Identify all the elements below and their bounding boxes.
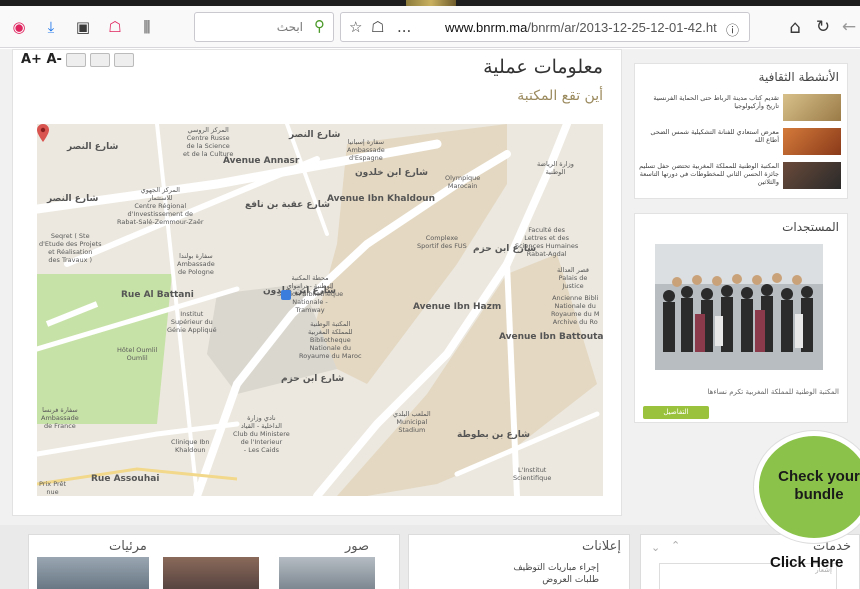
- news-thumbnail[interactable]: [783, 94, 841, 121]
- library-icon[interactable]: ⫼: [136, 16, 158, 38]
- news-text[interactable]: تقديم كتاب مدينة الرباط حتى الحماية الفر…: [639, 94, 779, 110]
- pocket-save-icon[interactable]: ☖: [104, 16, 126, 38]
- news-text[interactable]: معرض استعادي للفنانة التشكيلية شمس الضحى…: [639, 128, 779, 144]
- url-path: /bnrm/ar/2013-12-25-12-01-42.ht: [527, 20, 717, 35]
- cultural-activities-title: الأنشطة الثقافية: [758, 70, 839, 84]
- news-text[interactable]: المكتبة الوطنية للمملكة المغربية تحتضن ح…: [639, 162, 779, 186]
- click-here-link[interactable]: Click Here: [770, 554, 843, 571]
- map-road-label-5: شارع ابن خلدون: [355, 168, 429, 178]
- map-road-label-14: شارع ابن حزم: [281, 374, 345, 384]
- video-thumbnail[interactable]: [37, 557, 149, 589]
- group-photo-graphic: [655, 244, 823, 370]
- cultural-activities-box: الأنشطة الثقافية تقديم كتاب مدينة الرباط…: [634, 63, 848, 199]
- email-icon[interactable]: [113, 52, 134, 67]
- page-subtitle: أين تقع المكتبة: [517, 88, 603, 104]
- pocket-logo-icon[interactable]: ◉: [8, 16, 30, 38]
- details-button[interactable]: التفاصيل: [643, 406, 709, 419]
- photos-title: صور: [344, 539, 369, 554]
- news-thumbnail[interactable]: [783, 162, 841, 189]
- url-domain: www.bnrm.ma: [445, 20, 528, 35]
- map-label-stade: الملعب البلدي Municipal Stadium: [393, 410, 431, 434]
- map-road-label-3: شارع النصر: [289, 130, 341, 140]
- map-label-palais: قصر العدالة Palais de Justice: [557, 266, 590, 290]
- map-road-label-6: شارع عقبة بن نافع: [245, 200, 330, 210]
- map-label-institut-sci: L'Institut Scientifique: [513, 466, 552, 482]
- address-bar[interactable]: ☆ ☖ ... www.bnrm.ma/bnrm/ar/2013-12-25-1…: [340, 12, 750, 42]
- browser-toolbar: ◉ ⤓ ▣ ☖ ⫼ ابحث ⚲ ☆ ☖ ... www.bnrm.ma/bnr…: [0, 6, 860, 48]
- font-size-toggle[interactable]: A+ A-: [21, 52, 62, 67]
- map-road-label-12: Rue Assouhai: [91, 474, 160, 484]
- chevron-up-icon[interactable]: ⌃: [671, 539, 680, 552]
- videos-title: مرئيات: [109, 539, 147, 554]
- chevron-down-icon[interactable]: ⌄: [651, 541, 660, 554]
- news-item[interactable]: المكتبة الوطنية للمملكة المغربية تحتضن ح…: [639, 162, 841, 190]
- back-icon[interactable]: ←: [838, 16, 860, 38]
- map-road-label-11: Rue Al Battani: [121, 290, 194, 300]
- map-label-ancienne: Ancienne Bibli Nationale du Royaume du M Ar…: [551, 294, 600, 326]
- url-text[interactable]: www.bnrm.ma/bnrm/ar/2013-12-25-12-01-42.…: [445, 20, 717, 35]
- search-box[interactable]: ابحث ⚲: [194, 12, 334, 42]
- news-item[interactable]: معرض استعادي للفنانة التشكيلية شمس الضحى…: [641, 128, 841, 156]
- map-label-centre-regional: المركز الجهوي للاستثمار Centre Régional d'I…: [117, 186, 204, 226]
- pocket-icon[interactable]: ☖: [371, 18, 384, 36]
- map-label-centre-russe: المركز الروسي Centre Russe de la Science et…: [183, 126, 234, 158]
- map-road-label-1: شارع النصر: [67, 142, 119, 152]
- map-road-label-7: Avenue Ibn Khaldoun: [327, 194, 435, 204]
- main-panel: A+ A- معلومات عملية أين تقع المكتبة شارع…: [12, 49, 622, 516]
- map-label-seqret: Seqret ( Ste d'Etude des Projets et Réalis…: [39, 232, 102, 264]
- font-tools: A+ A-: [21, 52, 134, 67]
- map-label-prix: Prix Prêt nue: [39, 480, 67, 496]
- info-icon[interactable]: ⓘ: [726, 20, 739, 39]
- map-label-complexe: Complexe Sportif des FUS: [417, 234, 467, 250]
- tram-station-icon: [281, 290, 291, 300]
- latest-news-box: المستجدات المكتبة الوطنية للمملكة المغرب…: [634, 213, 848, 423]
- star-icon[interactable]: ☆: [349, 18, 362, 36]
- news-thumbnail[interactable]: [783, 128, 841, 155]
- road-short: [285, 124, 329, 236]
- map-label-olympique: Olympique Marocain: [445, 174, 481, 190]
- map-road-label-4: شارع النصر: [47, 194, 99, 204]
- map-label-bibliotheque: المكتبة الوطنية للمملكة المغربية Bibliothe…: [299, 320, 362, 360]
- map-pin-icon[interactable]: [37, 124, 49, 142]
- more-icon[interactable]: ...: [397, 18, 411, 36]
- news-photo[interactable]: [655, 244, 823, 370]
- bundle-label: Check your bundle: [778, 468, 860, 503]
- page-title: معلومات عملية: [483, 56, 603, 78]
- home-icon[interactable]: ⌂: [784, 16, 806, 38]
- map-road-label-13: شارع بن بطوطة: [457, 430, 531, 440]
- announcements-title: إعلانات: [582, 539, 621, 554]
- media-box: صور مرئيات: [28, 534, 400, 589]
- map-label-ambassade-pologne: سفارة بولندا Ambassade de Pologne: [177, 252, 215, 276]
- search-placeholder: ابحث: [276, 20, 303, 34]
- photo-thumbnail[interactable]: [279, 557, 375, 589]
- photo-thumbnail[interactable]: [163, 557, 259, 589]
- search-icon[interactable]: ⚲: [314, 17, 325, 35]
- map-label-ambassade-espagne: سفارة إسبانيا Ambassade d'Espagne: [347, 138, 385, 162]
- news-caption[interactable]: المكتبة الوطنية للمملكة المغربية تكرم نس…: [708, 388, 839, 396]
- map-road-label-10: Avenue Ibn Battouta: [499, 332, 603, 342]
- map-label-institut: Institut Supérieur du Génie Appliqué: [167, 310, 217, 334]
- pdf-icon[interactable]: [65, 52, 86, 67]
- announcement-link[interactable]: طلبات العروض: [542, 575, 599, 585]
- page-content: A+ A- معلومات عملية أين تقع المكتبة شارع…: [0, 49, 860, 589]
- map-label-club: نادي وزارة الداخلية - القياد Club du Minis…: [233, 414, 290, 454]
- map-label-wizara: وزارة الرياضة الوطنية: [537, 160, 574, 176]
- map-road-label-2: Avenue Annasr: [223, 156, 300, 166]
- map-label-ambassade-france: سفارة فرنسا Ambassade de France: [41, 406, 79, 430]
- map-road-label-9: Avenue Ibn Hazm: [413, 302, 502, 312]
- map-label-faculte: Faculté des Lettres et des Sciences Humain…: [515, 226, 579, 258]
- print-icon[interactable]: [89, 52, 110, 67]
- map-label-clinique: Clinique Ibn Khaldoun: [171, 438, 210, 454]
- announcements-box: إعلانات إجراء مباريات التوظيف طلبات العر…: [408, 534, 630, 589]
- reader-view-icon[interactable]: ▣: [72, 16, 94, 38]
- location-map[interactable]: شارع النصر Avenue Annasr شارع النصر شارع…: [37, 124, 603, 496]
- announcement-link[interactable]: إجراء مباريات التوظيف: [513, 563, 599, 573]
- news-item[interactable]: تقديم كتاب مدينة الرباط حتى الحماية الفر…: [641, 94, 841, 122]
- download-icon[interactable]: ⤓: [40, 16, 62, 38]
- map-label-hotel: Hôtel Oumlil Oumlil: [117, 346, 158, 362]
- reload-icon[interactable]: ↻: [812, 16, 834, 38]
- latest-news-title: المستجدات: [782, 220, 839, 234]
